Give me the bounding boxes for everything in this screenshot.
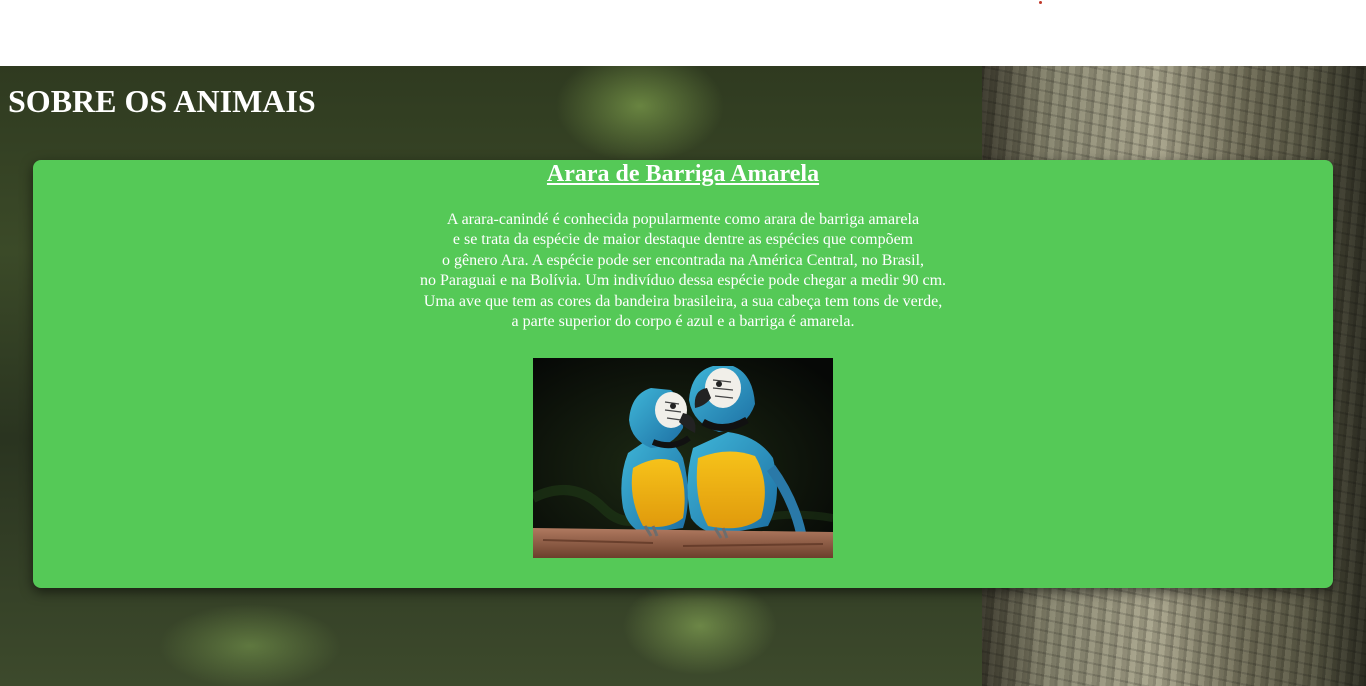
- description-line: Uma ave que tem as cores da bandeira bra…: [423, 292, 943, 310]
- description-line: A arara-canindé é conhecida popularmente…: [446, 211, 920, 228]
- description-line: no Paraguai e na Bolívia. Um indivíduo d…: [419, 272, 947, 290]
- card-title: Arara de Barriga Amarela: [546, 161, 820, 187]
- card-description: A arara-canindé é conhecida popularmente…: [33, 210, 1333, 332]
- hero-background: SOBRE OS ANIMAIS Arara de Barriga Amarel…: [0, 66, 1366, 686]
- animal-card: Arara de Barriga Amarela A arara-canindé…: [33, 160, 1333, 588]
- page-title: SOBRE OS ANIMAIS: [8, 83, 316, 119]
- description-line: a parte superior do corpo é azul e a bar…: [511, 313, 855, 331]
- top-header: [0, 0, 1366, 66]
- description-line: e se trata da espécie de maior destaque …: [452, 231, 914, 249]
- red-dot: [1039, 1, 1042, 4]
- description-line: o gênero Ara. A espécie pode ser encontr…: [441, 251, 925, 269]
- macaw-photo: [533, 358, 833, 558]
